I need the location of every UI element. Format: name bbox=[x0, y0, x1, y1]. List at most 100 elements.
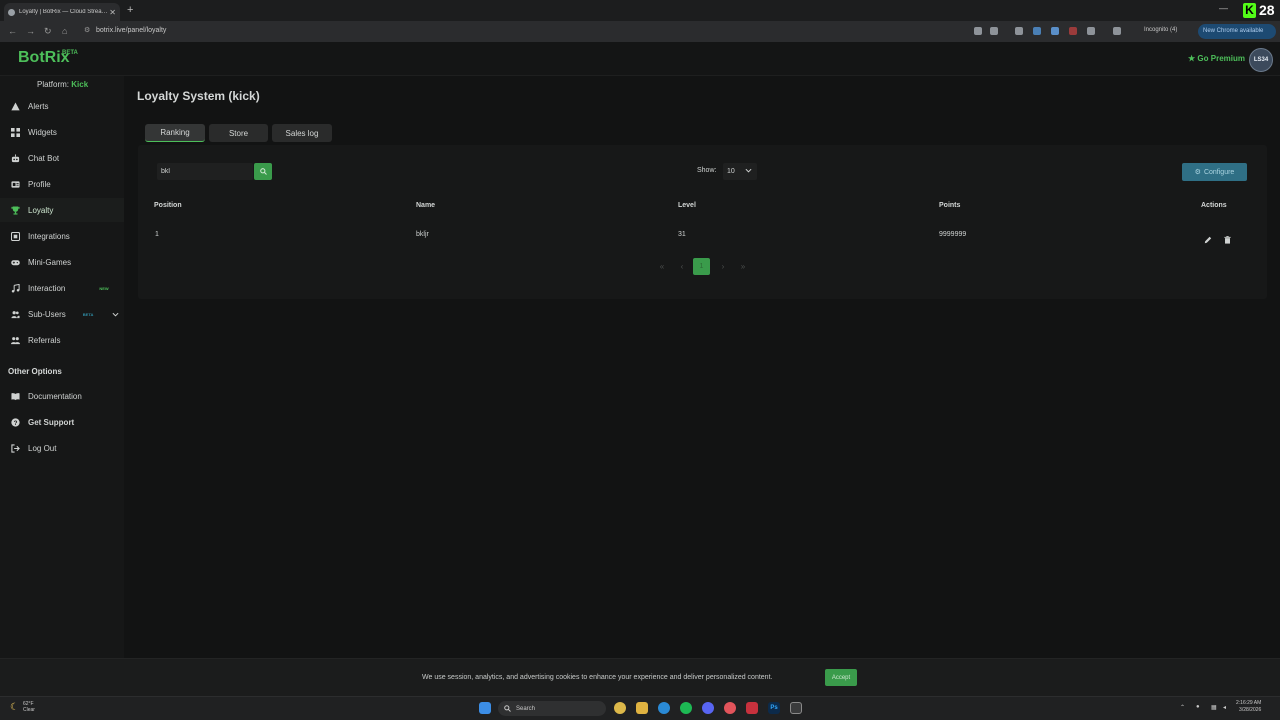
search-button[interactable] bbox=[254, 163, 272, 180]
sidebar-item-loyalty[interactable]: Loyalty bbox=[0, 198, 124, 222]
page-title: Loyalty System (kick) bbox=[137, 89, 260, 103]
column-header-points: Points bbox=[939, 202, 961, 209]
other-options-heading: Other Options bbox=[8, 367, 62, 376]
home-icon[interactable]: ⌂ bbox=[62, 26, 67, 36]
sidebar-item-label: Integrations bbox=[28, 231, 70, 241]
back-icon[interactable]: ← bbox=[8, 26, 17, 36]
edge-icon[interactable] bbox=[658, 702, 670, 714]
sidebar-item-label: Interaction bbox=[28, 283, 66, 293]
app-icon[interactable] bbox=[724, 702, 736, 714]
moon-icon: ☾ bbox=[10, 701, 19, 713]
sidebar-item-widgets[interactable]: Widgets bbox=[0, 120, 124, 144]
eye-off-icon[interactable] bbox=[974, 27, 982, 35]
main-content: Loyalty System (kick) Ranking Store Sale… bbox=[124, 76, 1280, 658]
accept-cookies-button[interactable]: Accept bbox=[825, 669, 857, 686]
beta-badge: BETA bbox=[82, 311, 94, 317]
extensions-puzzle-icon[interactable] bbox=[1087, 27, 1095, 35]
weather-condition: Clear bbox=[22, 707, 35, 713]
sidebar-item-get-support[interactable]: ? Get Support bbox=[0, 410, 124, 434]
browser-tabbar: Loyalty | BotRix — Cloud Strea… ✕ + — K … bbox=[0, 0, 1280, 21]
delete-trash-icon[interactable] bbox=[1224, 231, 1231, 249]
pagination-current[interactable]: 1 bbox=[693, 258, 710, 275]
sidebar-item-referrals[interactable]: Referrals bbox=[0, 328, 124, 352]
chrome-update-button[interactable]: New Chrome available bbox=[1198, 24, 1276, 39]
music-note-icon bbox=[11, 283, 20, 293]
window-minimize-icon[interactable]: — bbox=[1219, 3, 1228, 13]
network-icon[interactable]: ▦ bbox=[1211, 704, 1217, 711]
system-clock[interactable]: 2:16:29 AM 3/28/2026 bbox=[1236, 700, 1261, 714]
extension-icon[interactable] bbox=[1069, 27, 1077, 35]
column-header-name: Name bbox=[416, 202, 436, 209]
clock-date: 3/28/2026 bbox=[1239, 707, 1262, 713]
user-avatar[interactable]: LS34 bbox=[1249, 48, 1273, 72]
search-input[interactable] bbox=[157, 163, 253, 180]
sidebar-item-mini-games[interactable]: Mini-Games bbox=[0, 250, 124, 274]
sidebar-item-log-out[interactable]: Log Out bbox=[0, 436, 124, 460]
file-explorer-icon[interactable] bbox=[636, 702, 648, 714]
sidebar-item-interaction[interactable]: Interaction NEW bbox=[0, 276, 124, 300]
clock-time: 2:16:29 AM bbox=[1236, 700, 1262, 706]
weather-widget[interactable]: ☾ 62°F Clear bbox=[10, 701, 35, 713]
forward-icon[interactable]: → bbox=[26, 26, 35, 36]
sidebar-item-label: Widgets bbox=[28, 127, 57, 137]
go-premium-label: Go Premium bbox=[1197, 54, 1245, 63]
tray-chevron-icon[interactable]: ⌃ bbox=[1180, 704, 1185, 711]
sidebar-item-profile[interactable]: Profile bbox=[0, 172, 124, 196]
sidebar-item-sub-users[interactable]: Sub-Users BETA bbox=[0, 302, 124, 326]
pagination-first[interactable]: « bbox=[655, 258, 669, 275]
chevron-down-icon[interactable] bbox=[112, 310, 119, 319]
book-icon bbox=[11, 392, 20, 401]
page-size-select[interactable]: 10 bbox=[723, 163, 757, 180]
adobe-icon[interactable] bbox=[746, 702, 758, 714]
reload-icon[interactable]: ↻ bbox=[44, 26, 52, 37]
chrome-icon[interactable] bbox=[614, 702, 626, 714]
pagination-last[interactable]: » bbox=[736, 258, 750, 275]
photoshop-icon[interactable]: Ps bbox=[768, 702, 780, 714]
extension-icon[interactable] bbox=[1033, 27, 1041, 35]
cell-points: 9999999 bbox=[939, 231, 967, 238]
taskbar-search-label: Search bbox=[516, 705, 536, 712]
tab-store[interactable]: Store bbox=[209, 124, 268, 142]
tab-ranking[interactable]: Ranking bbox=[145, 124, 205, 142]
robot-icon bbox=[11, 153, 20, 163]
sidebar-item-label: Get Support bbox=[28, 417, 75, 427]
volume-icon[interactable]: ◂ bbox=[1223, 704, 1226, 711]
site-info-icon[interactable]: ⚙ bbox=[84, 26, 90, 34]
new-tab-icon[interactable]: + bbox=[127, 4, 133, 16]
sidebar-item-documentation[interactable]: Documentation bbox=[0, 384, 124, 408]
incognito-indicator[interactable]: Incognito (4) bbox=[1144, 27, 1177, 33]
new-badge: NEW bbox=[99, 285, 109, 291]
split-view-icon[interactable] bbox=[1113, 27, 1121, 35]
sidebar-item-chat-bot[interactable]: Chat Bot bbox=[0, 146, 124, 170]
configure-button[interactable]: ⚙ Configure bbox=[1182, 163, 1247, 181]
windows-start-icon[interactable] bbox=[479, 702, 491, 714]
sidebar-item-alerts[interactable]: Alerts bbox=[0, 94, 124, 118]
ranking-panel: Show: 10 ⚙ Configure Position Name Level… bbox=[138, 145, 1267, 299]
browser-tab[interactable]: Loyalty | BotRix — Cloud Strea… ✕ bbox=[4, 3, 120, 21]
cell-position: 1 bbox=[155, 231, 159, 238]
discord-icon[interactable] bbox=[702, 702, 714, 714]
tab-sales-log[interactable]: Sales log bbox=[272, 124, 332, 142]
taskbar-search[interactable]: Search bbox=[498, 701, 606, 716]
extension-icon[interactable] bbox=[1051, 27, 1059, 35]
pagination-prev[interactable]: ‹ bbox=[675, 258, 689, 275]
extension-icon[interactable] bbox=[1015, 27, 1023, 35]
logout-icon bbox=[11, 443, 20, 453]
terminal-icon[interactable] bbox=[790, 702, 802, 714]
sidebar-item-label: Documentation bbox=[28, 391, 82, 401]
platform-indicator: Platform: Kick bbox=[37, 80, 88, 89]
cookie-text: We use session, analytics, and advertisi… bbox=[422, 674, 773, 681]
kick-overlay-number: 28 bbox=[1259, 2, 1275, 18]
pagination-next[interactable]: › bbox=[716, 258, 730, 275]
bookmark-star-icon[interactable] bbox=[990, 27, 998, 35]
go-premium-link[interactable]: ★ Go Premium bbox=[1188, 54, 1245, 63]
sidebar-item-integrations[interactable]: Integrations bbox=[0, 224, 124, 248]
trophy-icon bbox=[11, 205, 20, 215]
sidebar-item-label: Mini-Games bbox=[28, 257, 72, 267]
search-icon bbox=[259, 168, 267, 175]
microphone-icon[interactable]: ● bbox=[1196, 704, 1200, 710]
column-header-level: Level bbox=[678, 202, 696, 209]
tab-close-icon[interactable]: ✕ bbox=[109, 8, 116, 17]
edit-pencil-icon[interactable] bbox=[1204, 231, 1212, 249]
spotify-icon[interactable] bbox=[680, 702, 692, 714]
